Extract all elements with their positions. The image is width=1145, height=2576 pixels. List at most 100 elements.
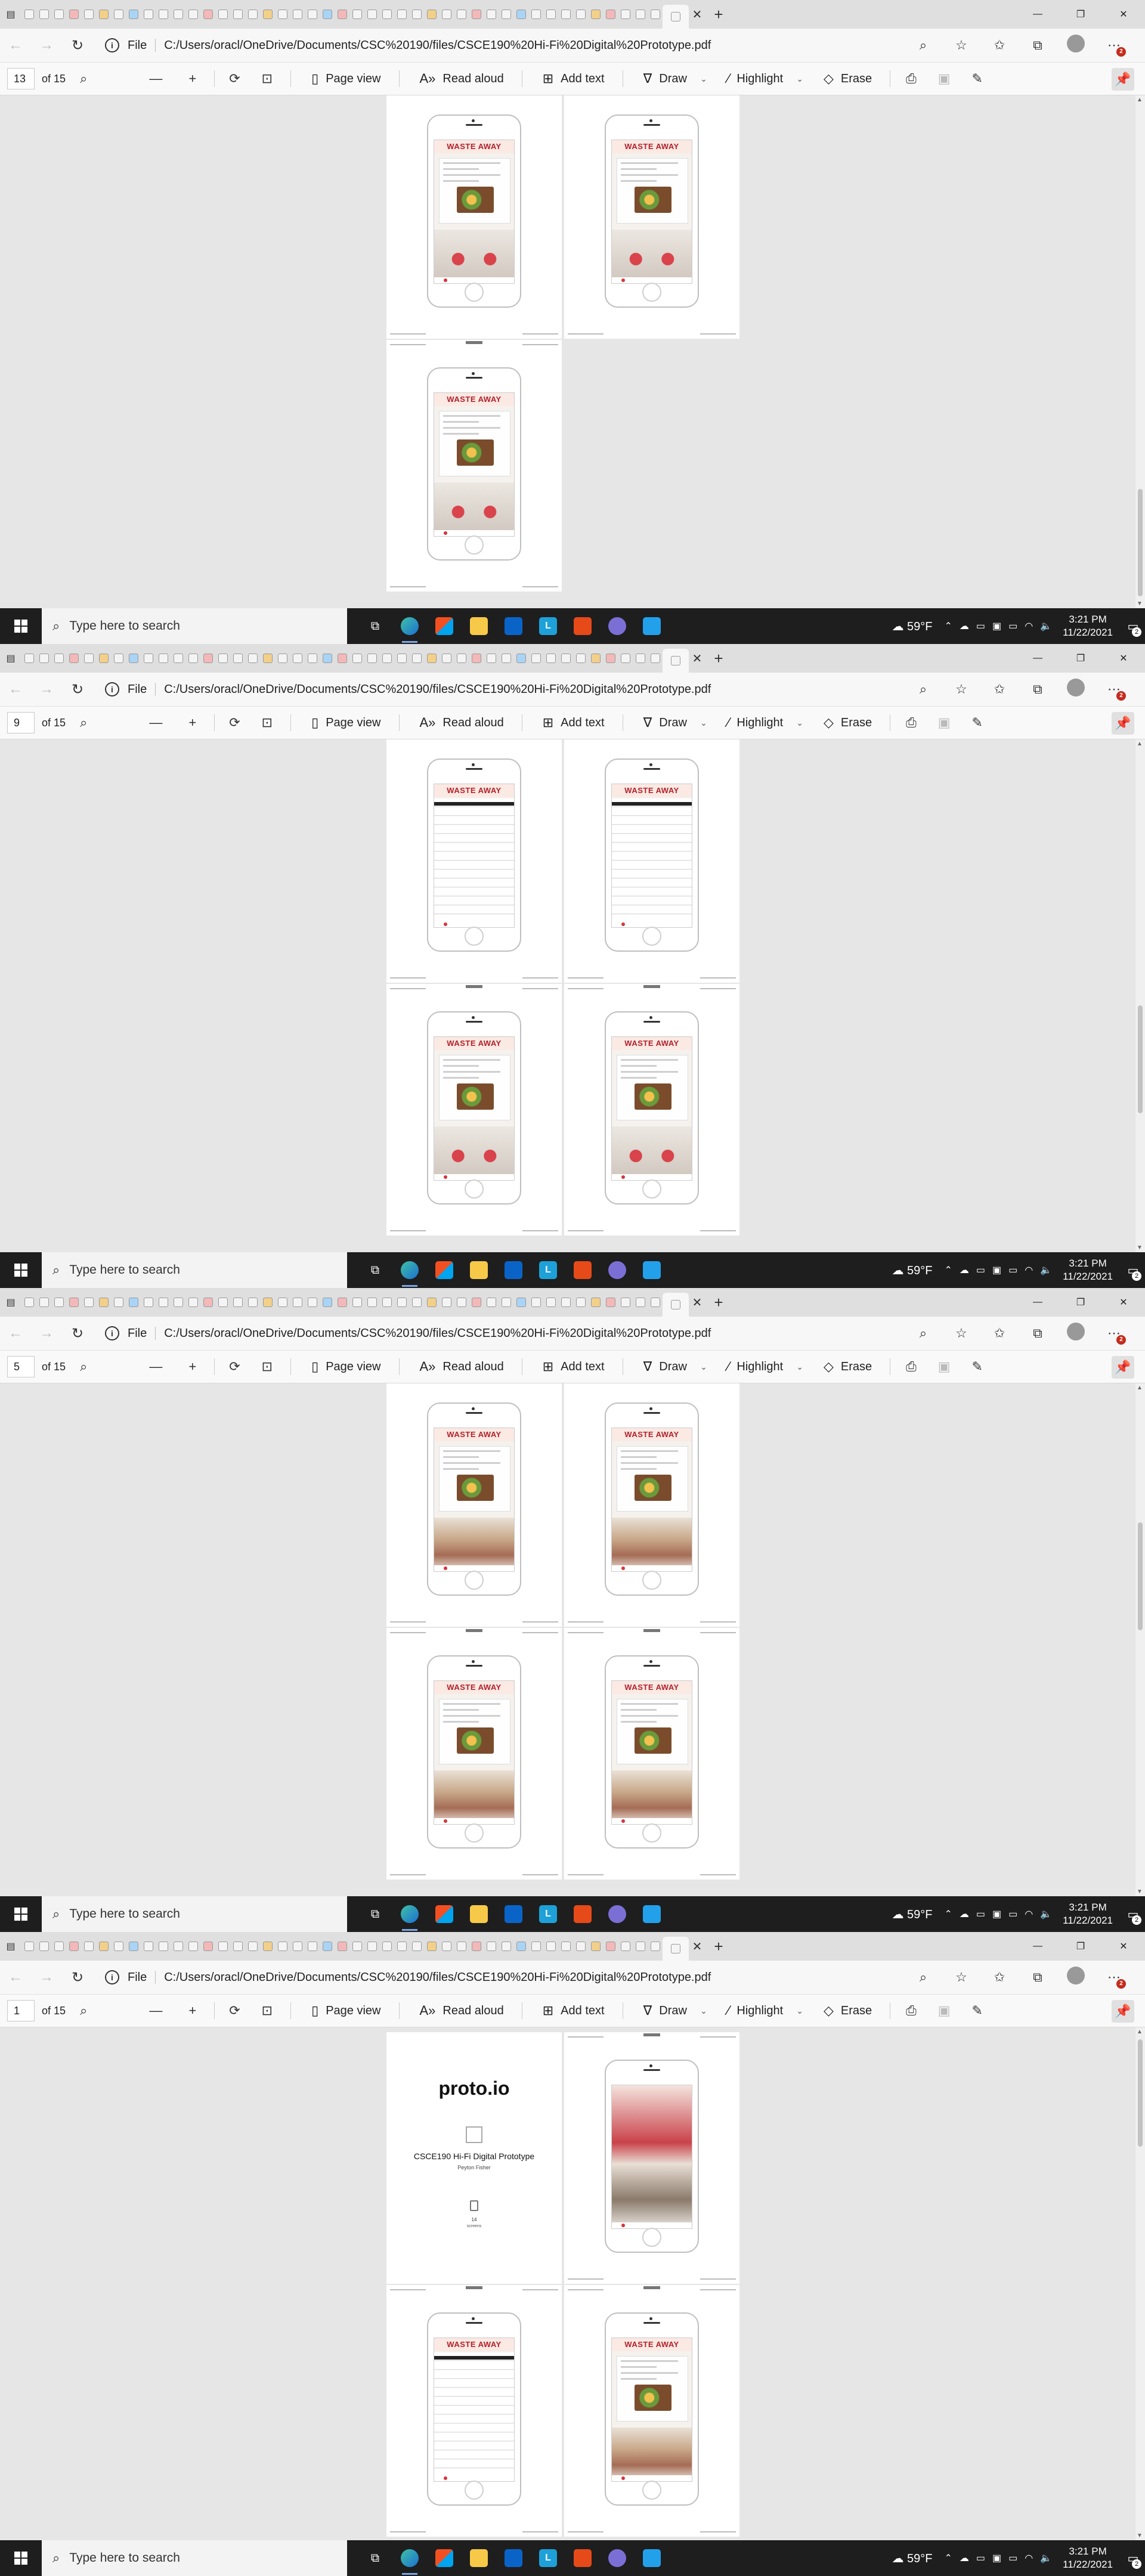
collections-icon[interactable]: ⧉: [1019, 682, 1057, 697]
forward-icon[interactable]: →: [31, 37, 62, 54]
store-icon[interactable]: [427, 2540, 462, 2576]
url-text[interactable]: C:/Users/oracl/OneDrive/Documents/CSC%20…: [164, 683, 711, 696]
url-field[interactable]: i File C:/Users/oracl/OneDrive/Documents…: [98, 1321, 909, 1345]
fit-page-icon[interactable]: ⊡: [262, 71, 273, 86]
add-text-button[interactable]: ⊞ Add text: [543, 71, 605, 86]
browser-tab[interactable]: [260, 1937, 275, 1955]
browser-tab[interactable]: [618, 649, 633, 667]
browser-tab[interactable]: [364, 1293, 379, 1311]
wifi-icon[interactable]: ◠: [1025, 620, 1033, 632]
browser-tab[interactable]: [513, 649, 528, 667]
rotate-icon[interactable]: ⟳: [229, 715, 240, 730]
browser-tab[interactable]: [469, 1293, 484, 1311]
favorites-icon[interactable]: ✩: [980, 1970, 1019, 1985]
zoom-in-icon[interactable]: +: [188, 71, 196, 86]
browser-tab[interactable]: [21, 5, 36, 23]
read-aloud-button[interactable]: A» Read aloud: [420, 715, 504, 730]
browser-tab[interactable]: [51, 1937, 66, 1955]
menu-icon[interactable]: ⋯ 2: [1095, 1326, 1133, 1345]
lync-icon[interactable]: L: [531, 2540, 565, 2576]
browser-tab[interactable]: [484, 1293, 499, 1311]
browser-tab[interactable]: [648, 1937, 663, 1955]
browser-tab[interactable]: [275, 1293, 290, 1311]
browser-tab[interactable]: [171, 1937, 185, 1955]
browser-tab[interactable]: [558, 649, 573, 667]
restore-button[interactable]: ❐: [1059, 1288, 1102, 1317]
minimize-button[interactable]: —: [1016, 1932, 1059, 1961]
close-tab-icon[interactable]: ✕: [689, 1939, 705, 1954]
chevron-down-icon[interactable]: ⌄: [796, 1362, 803, 1372]
notifications-icon[interactable]: ▭ 2: [1121, 2540, 1145, 2576]
browser-tab[interactable]: [141, 1937, 156, 1955]
forward-icon[interactable]: →: [31, 681, 62, 698]
browser-tab[interactable]: [320, 5, 335, 23]
search-icon[interactable]: ⌕: [80, 715, 87, 730]
browser-tab[interactable]: [290, 1293, 305, 1311]
task-view-icon[interactable]: ⧉: [358, 1896, 392, 1932]
scrollbar[interactable]: ▲ ▼: [1135, 95, 1145, 608]
browser-tab[interactable]: [603, 5, 618, 23]
url-field[interactable]: i File C:/Users/oracl/OneDrive/Documents…: [98, 677, 909, 701]
refresh-icon[interactable]: ↻: [62, 1969, 93, 1986]
network-icon[interactable]: ▭: [976, 1908, 985, 1920]
browser-tab[interactable]: [633, 1293, 648, 1311]
scroll-down-icon[interactable]: ▼: [1137, 1888, 1143, 1895]
refresh-icon[interactable]: ↻: [62, 681, 93, 698]
store-icon[interactable]: [427, 1896, 462, 1932]
browser-tab[interactable]: [484, 649, 499, 667]
start-button[interactable]: [0, 1896, 42, 1932]
task-view-icon[interactable]: ⧉: [358, 1252, 392, 1288]
draw-button[interactable]: ∇ Draw ⌄: [643, 1359, 707, 1374]
browser-tab[interactable]: [558, 1293, 573, 1311]
browser-tab[interactable]: [36, 1937, 51, 1955]
browser-tab[interactable]: [663, 5, 689, 29]
read-aloud-button[interactable]: A» Read aloud: [420, 1359, 504, 1374]
browser-tab[interactable]: [245, 5, 260, 23]
scroll-down-icon[interactable]: ▼: [1137, 600, 1143, 607]
start-button[interactable]: [0, 608, 42, 644]
browser-tab[interactable]: [588, 1293, 603, 1311]
scrollbar[interactable]: ▲ ▼: [1135, 2027, 1145, 2540]
browser-tab[interactable]: [66, 1937, 81, 1955]
cloud-icon[interactable]: ☁: [960, 2552, 969, 2564]
chevron-down-icon[interactable]: ⌄: [700, 2006, 707, 2016]
scrollbar-thumb[interactable]: [1138, 2039, 1143, 2147]
app-icon[interactable]: [600, 2540, 635, 2576]
chevron-up-icon[interactable]: ⌃: [945, 620, 952, 632]
browser-tab[interactable]: [171, 5, 185, 23]
notifications-icon[interactable]: ▭ 2: [1121, 608, 1145, 644]
read-aloud-button[interactable]: A» Read aloud: [420, 71, 504, 86]
browser-tab[interactable]: [185, 1293, 200, 1311]
browser-tab[interactable]: [618, 1937, 633, 1955]
refresh-icon[interactable]: ↻: [62, 37, 93, 54]
zoom-out-icon[interactable]: —: [149, 1359, 162, 1374]
info-icon[interactable]: i: [105, 1970, 119, 1984]
browser-tab[interactable]: [245, 1293, 260, 1311]
browser-tab[interactable]: [573, 1937, 588, 1955]
browser-tab[interactable]: [663, 649, 689, 673]
profile-avatar[interactable]: [1057, 679, 1095, 700]
highlight-button[interactable]: ⁄ Highlight ⌄: [728, 2003, 803, 2018]
menu-icon[interactable]: ⋯ 2: [1095, 38, 1133, 57]
browser-tab[interactable]: [275, 5, 290, 23]
browser-tab[interactable]: [335, 1293, 349, 1311]
browser-tab[interactable]: [126, 5, 141, 23]
browser-tab[interactable]: [260, 1293, 275, 1311]
browser-tab[interactable]: [111, 1293, 126, 1311]
browser-tab[interactable]: [558, 5, 573, 23]
mail-icon[interactable]: [496, 608, 531, 644]
page-view-button[interactable]: ▯ Page view: [311, 715, 380, 730]
browser-tab[interactable]: [573, 5, 588, 23]
browser-tab[interactable]: [409, 5, 424, 23]
minimize-button[interactable]: —: [1016, 1288, 1059, 1317]
search-icon[interactable]: ⌕: [80, 1359, 87, 1374]
start-button[interactable]: [0, 1252, 42, 1288]
draw-button[interactable]: ∇ Draw ⌄: [643, 71, 707, 86]
scroll-up-icon[interactable]: ▲: [1137, 97, 1143, 103]
erase-button[interactable]: ◇ Erase: [824, 715, 872, 730]
close-window-button[interactable]: ✕: [1102, 1932, 1145, 1961]
browser-tab[interactable]: [21, 1293, 36, 1311]
browser-tab[interactable]: [96, 1937, 111, 1955]
collections-icon[interactable]: ⧉: [1019, 1970, 1057, 1985]
wifi-icon[interactable]: ◠: [1025, 1908, 1033, 1920]
